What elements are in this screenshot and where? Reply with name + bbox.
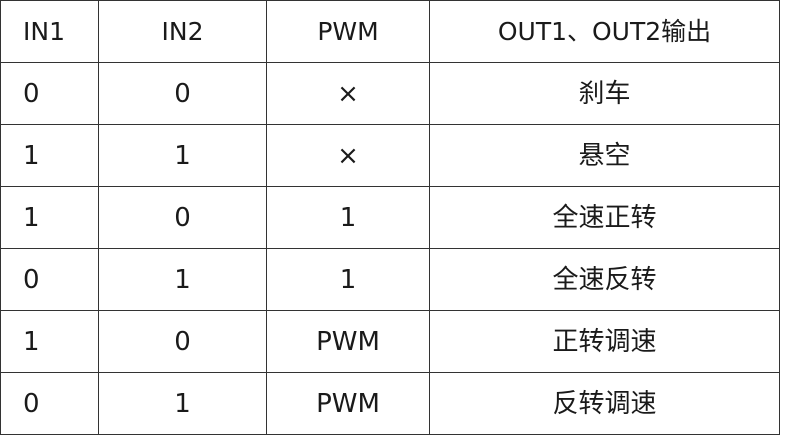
cell-in1: 1	[0, 310, 99, 373]
cell-output: 刹车	[429, 62, 780, 125]
header-in2: IN2	[98, 0, 267, 63]
header-output: OUT1、OUT2输出	[429, 0, 780, 63]
header-pwm: PWM	[266, 0, 430, 63]
cell-pwm: 1	[266, 186, 430, 249]
cell-pwm: ×	[266, 124, 430, 187]
cell-in1: 1	[0, 186, 99, 249]
cell-in2: 0	[98, 62, 267, 125]
cell-in1: 0	[0, 248, 99, 311]
table-row: 1 1 × 悬空	[0, 124, 780, 187]
truth-table: IN1 IN2 PWM OUT1、OUT2输出 0 0 × 刹车 1 1 × 悬…	[0, 0, 780, 435]
cell-output: 全速反转	[429, 248, 780, 311]
cell-in2: 1	[98, 372, 267, 435]
cell-in1: 0	[0, 62, 99, 125]
cell-output: 悬空	[429, 124, 780, 187]
table-row: 0 1 1 全速反转	[0, 248, 780, 311]
cell-in2: 1	[98, 124, 267, 187]
cell-in1: 1	[0, 124, 99, 187]
table-row: 0 1 PWM 反转调速	[0, 372, 780, 435]
cell-in2: 0	[98, 186, 267, 249]
table-row: 0 0 × 刹车	[0, 62, 780, 125]
cell-in2: 1	[98, 248, 267, 311]
cell-in2: 0	[98, 310, 267, 373]
cell-output: 反转调速	[429, 372, 780, 435]
cell-pwm: ×	[266, 62, 430, 125]
cell-pwm: PWM	[266, 310, 430, 373]
header-in1: IN1	[0, 0, 99, 63]
cell-output: 全速正转	[429, 186, 780, 249]
table-row: 1 0 PWM 正转调速	[0, 310, 780, 373]
table-row: 1 0 1 全速正转	[0, 186, 780, 249]
cell-pwm: 1	[266, 248, 430, 311]
cell-pwm: PWM	[266, 372, 430, 435]
table-header-row: IN1 IN2 PWM OUT1、OUT2输出	[0, 0, 780, 63]
cell-in1: 0	[0, 372, 99, 435]
cell-output: 正转调速	[429, 310, 780, 373]
